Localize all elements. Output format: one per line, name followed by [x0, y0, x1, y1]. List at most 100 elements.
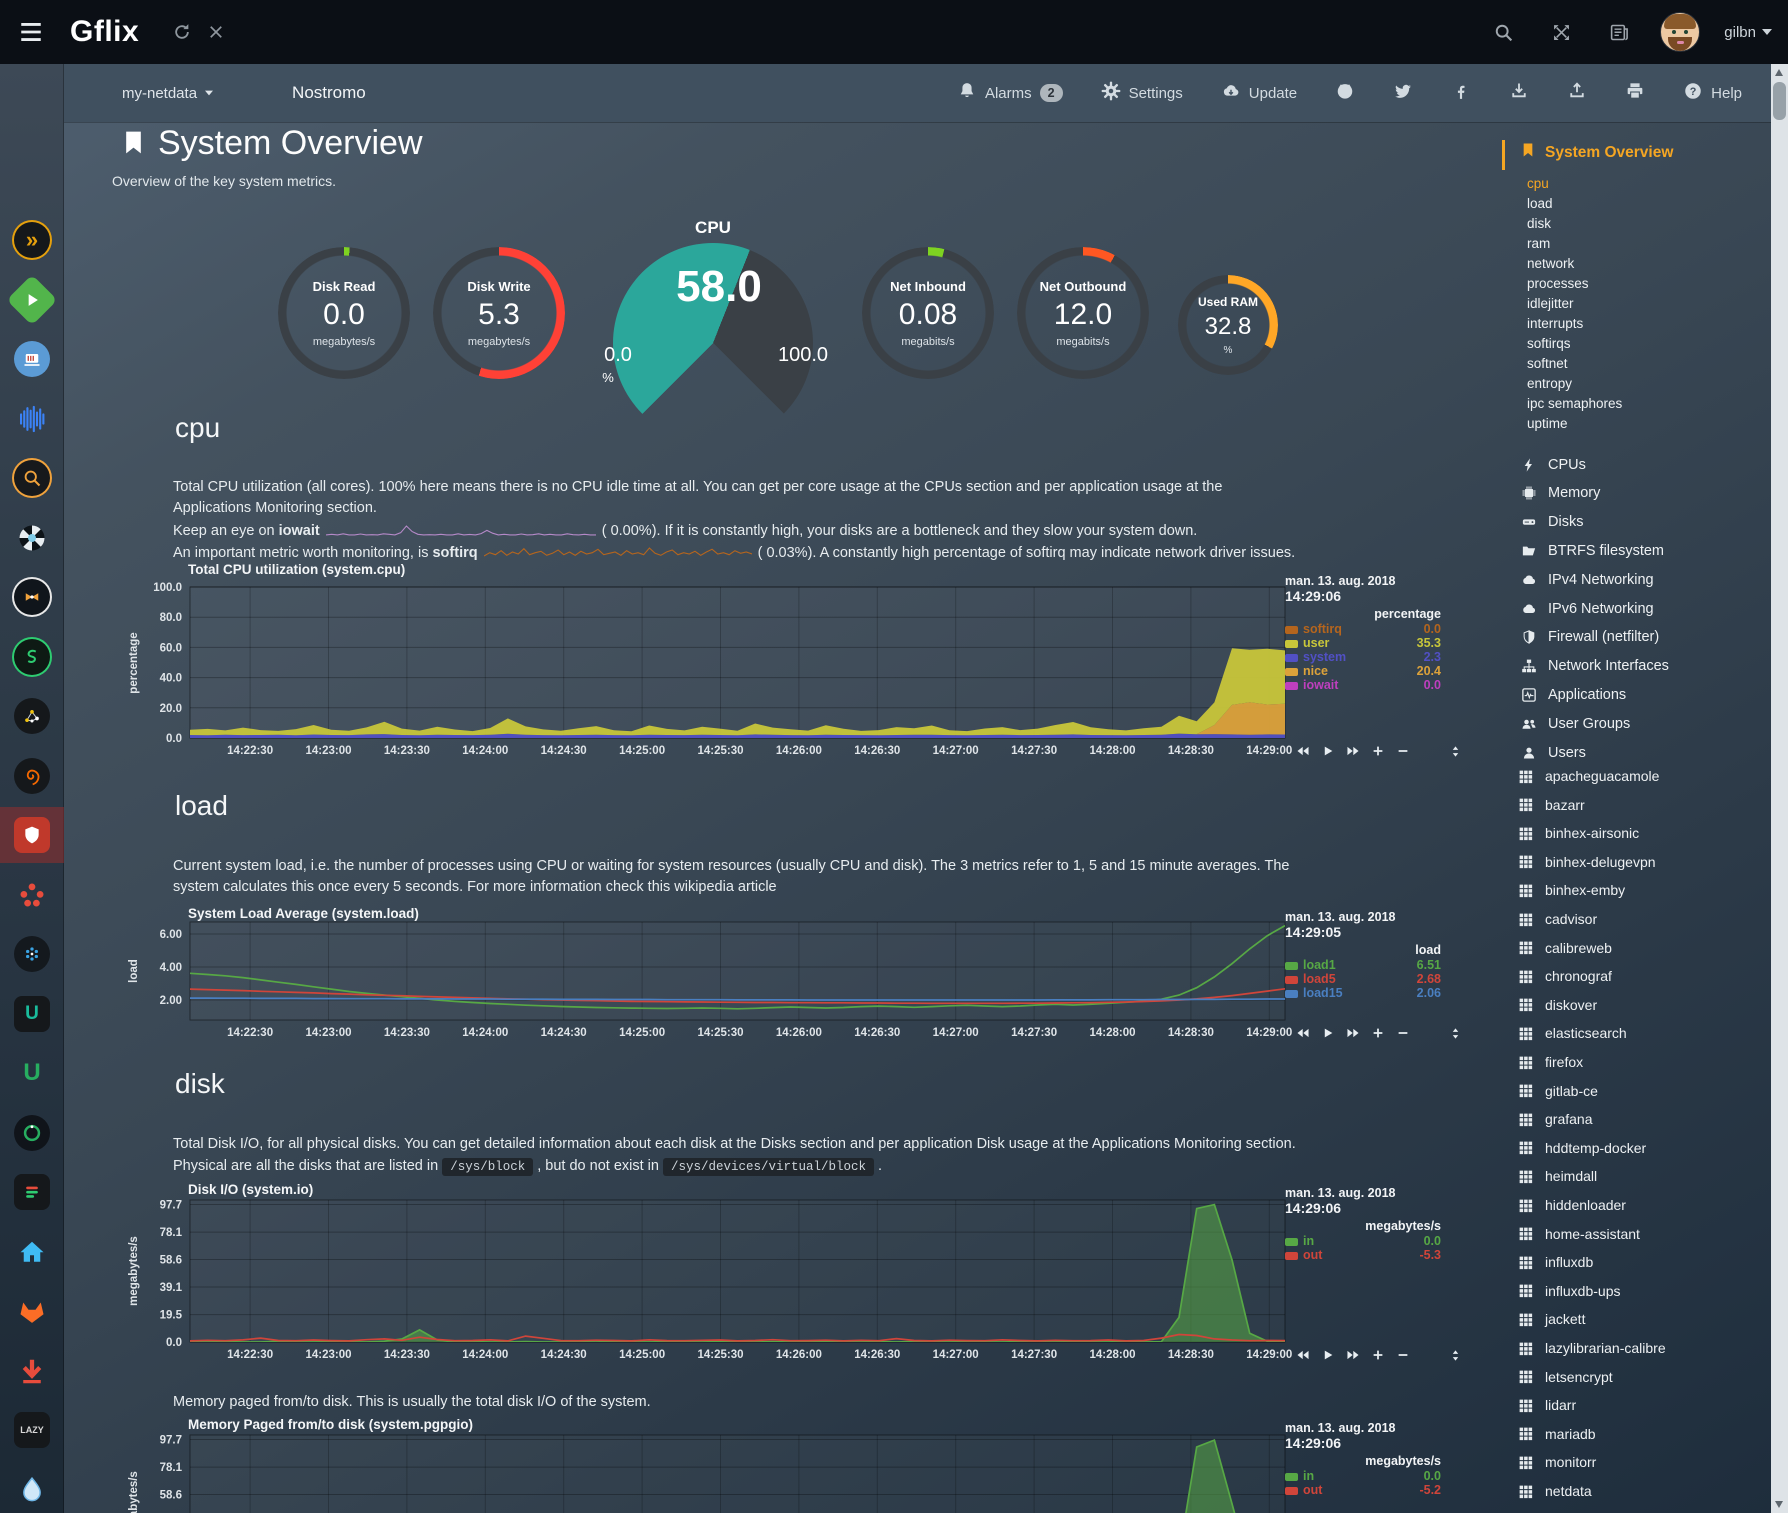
nav-host-jackett[interactable]: jackett — [1518, 1305, 1766, 1333]
nav-item-cpu[interactable]: cpu — [1527, 174, 1757, 194]
legend-row-in[interactable]: in 0.0 — [1285, 1235, 1441, 1248]
legend-row-out[interactable]: out -5.3 — [1285, 1249, 1441, 1262]
zoom-in-button[interactable] — [1371, 1348, 1385, 1362]
sidebar-app-pinwheel-app[interactable] — [0, 510, 64, 566]
menu-alarms[interactable]: Alarms2 — [957, 81, 1063, 105]
nav-host-influxdb[interactable]: influxdb — [1518, 1248, 1766, 1276]
nav-item-interrupts[interactable]: interrupts — [1527, 314, 1757, 334]
nav-host-lazylibrarian-calibre[interactable]: lazylibrarian-calibre — [1518, 1334, 1766, 1362]
nav-item-ram[interactable]: ram — [1527, 234, 1757, 254]
hamburger-menu-icon[interactable] — [14, 15, 48, 49]
zoom-in-button[interactable] — [1371, 744, 1385, 758]
menu-twitter-icon[interactable] — [1393, 81, 1413, 105]
legend-row-user[interactable]: user 35.3 — [1285, 637, 1441, 650]
nav-host-calibreweb[interactable]: calibreweb — [1518, 934, 1766, 962]
scroll-down-arrow[interactable] — [1775, 1501, 1783, 1508]
page-scrollbar[interactable] — [1771, 64, 1788, 1513]
resize-handle[interactable] — [1449, 1349, 1462, 1362]
nav-host-firefox[interactable]: firefox — [1518, 1048, 1766, 1076]
nav-section-memory[interactable]: Memory — [1520, 479, 1765, 508]
nav-item-uptime[interactable]: uptime — [1527, 414, 1757, 434]
disk-chart[interactable]: 0.019.539.158.678.197.714:22:3014:23:001… — [128, 1178, 1462, 1392]
nav-item-disk[interactable]: disk — [1527, 214, 1757, 234]
sidebar-app-jackett[interactable] — [0, 450, 64, 506]
menu-github-icon[interactable] — [1335, 81, 1355, 105]
menu-upload-icon[interactable] — [1567, 81, 1587, 105]
changelog-icon[interactable] — [1602, 15, 1636, 49]
nav-host-apacheguacamole[interactable]: apacheguacamole — [1518, 762, 1766, 790]
fast-forward-button[interactable] — [1346, 744, 1360, 758]
nav-section-ipv6-networking[interactable]: IPv6 Networking — [1520, 594, 1765, 623]
legend-row-load1[interactable]: load1 6.51 — [1285, 959, 1441, 972]
refresh-tab-icon[interactable] — [165, 15, 199, 49]
nav-section-cpus[interactable]: CPUs — [1520, 450, 1765, 479]
nav-item-ipc-semaphores[interactable]: ipc semaphores — [1527, 394, 1757, 414]
user-menu[interactable]: gilbn — [1724, 24, 1772, 41]
server-dropdown[interactable]: my-netdata — [122, 85, 214, 102]
nav-host-heimdall[interactable]: heimdall — [1518, 1162, 1766, 1190]
cpu-chart[interactable]: 0.020.040.060.080.0100.014:22:3014:23:00… — [128, 560, 1462, 772]
nav-section-user-groups[interactable]: User Groups — [1520, 709, 1765, 738]
nav-host-binhex-delugevpn[interactable]: binhex-delugevpn — [1518, 848, 1766, 876]
legend-row-load15[interactable]: load15 2.06 — [1285, 987, 1441, 1000]
avatar[interactable] — [1660, 12, 1700, 52]
legend-row-iowait[interactable]: iowait 0.0 — [1285, 679, 1441, 692]
play-button[interactable] — [1321, 1026, 1335, 1040]
sidebar-app-settings[interactable] — [0, 153, 64, 209]
sidebar-app-green-swirl-app[interactable] — [0, 629, 64, 685]
legend-row-in[interactable]: in 0.0 — [1285, 1470, 1441, 1483]
rewind-button[interactable] — [1296, 744, 1310, 758]
fullscreen-icon[interactable] — [1544, 15, 1578, 49]
menu-settings[interactable]: Settings — [1101, 81, 1183, 105]
rewind-button[interactable] — [1296, 1348, 1310, 1362]
nav-item-load[interactable]: load — [1527, 194, 1757, 214]
nav-host-chronograf[interactable]: chronograf — [1518, 962, 1766, 990]
nav-host-grafana[interactable]: grafana — [1518, 1105, 1766, 1133]
sidebar-app-media-stack[interactable] — [0, 331, 64, 387]
nav-host-hddtemp-docker[interactable]: hddtemp-docker — [1518, 1134, 1766, 1162]
fast-forward-button[interactable] — [1346, 1026, 1360, 1040]
legend-row-out[interactable]: out -5.2 — [1285, 1484, 1441, 1497]
menu-facebook-icon[interactable] — [1451, 81, 1471, 105]
sidebar-app-green-u-app[interactable]: U — [0, 1045, 64, 1101]
nav-host-hiddenloader[interactable]: hiddenloader — [1518, 1191, 1766, 1219]
nav-item-processes[interactable]: processes — [1527, 274, 1757, 294]
resize-handle[interactable] — [1449, 1027, 1462, 1040]
sidebar-app-plex[interactable]: » — [0, 212, 64, 268]
sidebar-app-home[interactable] — [0, 93, 64, 149]
legend-row-nice[interactable]: nice 20.4 — [1285, 665, 1441, 678]
nav-host-binhex-emby[interactable]: binhex-emby — [1518, 876, 1766, 904]
sidebar-app-bowtie-app[interactable] — [0, 569, 64, 625]
sidebar-app-red-download-app[interactable] — [0, 1343, 64, 1399]
nav-item-entropy[interactable]: entropy — [1527, 374, 1757, 394]
menu-printer-icon[interactable] — [1625, 81, 1645, 105]
sidebar-app-blue-dots-app[interactable] — [0, 926, 64, 982]
nav-section-firewall-netfilter-[interactable]: Firewall (netfilter) — [1520, 623, 1765, 652]
zoom-out-button[interactable] — [1396, 1026, 1410, 1040]
zoom-out-button[interactable] — [1396, 1348, 1410, 1362]
nav-item-idlejitter[interactable]: idlejitter — [1527, 294, 1757, 314]
menu-download-icon[interactable] — [1509, 81, 1529, 105]
nav-host-mariadb[interactable]: mariadb — [1518, 1420, 1766, 1448]
nav-section-network-interfaces[interactable]: Network Interfaces — [1520, 652, 1765, 681]
sidebar-app-level-bars-app[interactable] — [0, 1164, 64, 1220]
nav-section-applications[interactable]: Applications — [1520, 680, 1765, 709]
sidebar-app-emby[interactable] — [0, 272, 64, 328]
legend-row-load5[interactable]: load5 2.68 — [1285, 973, 1441, 986]
pgpgio-chart[interactable]: 0.019.539.158.678.197.714:22:3014:23:001… — [128, 1413, 1462, 1513]
menu-update[interactable]: Update — [1221, 81, 1297, 105]
play-button[interactable] — [1321, 1348, 1335, 1362]
load-chart[interactable]: 2.004.006.0014:22:3014:23:0014:23:3014:2… — [128, 902, 1462, 1052]
sidebar-app-teal-u-app[interactable]: U — [0, 986, 64, 1042]
sidebar-app-grafana[interactable] — [0, 748, 64, 804]
zoom-out-button[interactable] — [1396, 744, 1410, 758]
sidebar-app-shield-app[interactable] — [0, 807, 64, 863]
sidebar-app-gitlab[interactable] — [0, 1283, 64, 1339]
sidebar-app-home-assistant[interactable] — [0, 1224, 64, 1280]
nav-host-bazarr[interactable]: bazarr — [1518, 791, 1766, 819]
menu-help[interactable]: ?Help — [1683, 81, 1742, 105]
nav-host-home-assistant[interactable]: home-assistant — [1518, 1220, 1766, 1248]
resize-handle[interactable] — [1449, 745, 1462, 758]
nav-item-network[interactable]: network — [1527, 254, 1757, 274]
sidebar-app-influxdb-drop[interactable] — [0, 1462, 64, 1513]
